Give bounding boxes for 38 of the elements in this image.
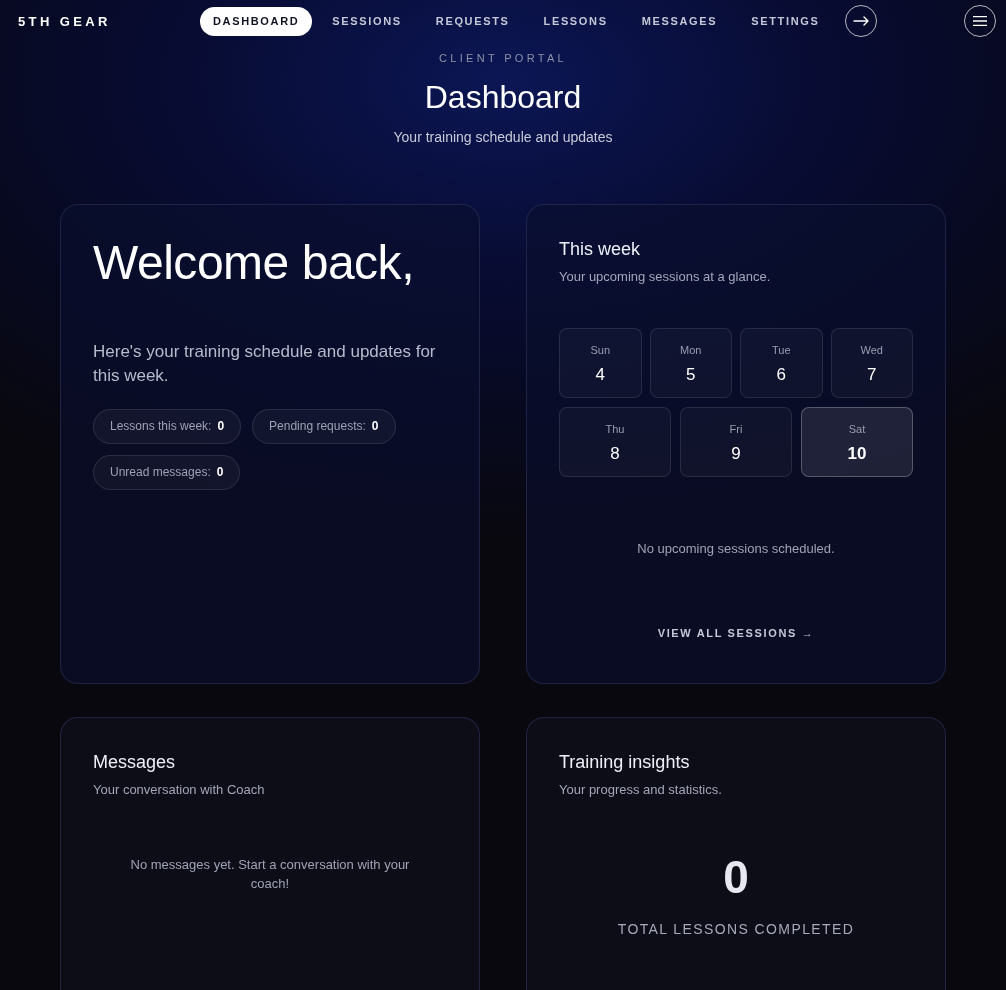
- empty-messages-text: No messages yet. Start a conversation with your coach!: [129, 856, 411, 893]
- nav-tab[interactable]: LESSONS: [529, 6, 622, 36]
- page-subtitle: Your training schedule and updates: [393, 127, 613, 147]
- view-all-sessions-link[interactable]: VIEW ALL SESSIONS →: [657, 624, 815, 641]
- stat-label: Pending requests:: [269, 418, 366, 435]
- nav-tab[interactable]: DASHBOARD: [200, 6, 313, 36]
- day-tile[interactable]: Wed 7: [830, 328, 913, 398]
- card-subtitle: Your upcoming sessions at a glance.: [559, 267, 772, 286]
- day-tile[interactable]: Mon 5: [649, 328, 732, 398]
- page-eyebrow: CLIENT PORTAL: [439, 51, 567, 66]
- page-title: Dashboard: [424, 77, 582, 117]
- stat-value: 0: [371, 418, 379, 435]
- stat-value: 0: [217, 418, 225, 435]
- nav-tab[interactable]: SETTINGS: [737, 6, 834, 36]
- card-title: Messages: [93, 750, 177, 774]
- stat-label: Lessons this week:: [110, 418, 212, 435]
- stat-value: 0: [216, 464, 224, 481]
- nav-tab[interactable]: REQUESTS: [421, 6, 524, 36]
- card-title: This week: [559, 237, 642, 261]
- card-subtitle: Your progress and statistics.: [559, 780, 723, 799]
- welcome-heading: Welcome back,: [93, 236, 415, 289]
- card-title: Training insights: [559, 750, 691, 774]
- day-tile[interactable]: Thu 8: [559, 407, 671, 477]
- day-tile[interactable]: Sat 10: [801, 407, 913, 477]
- stat-number: 0: [723, 851, 749, 903]
- menu-icon: [973, 16, 987, 26]
- day-tile[interactable]: Tue 6: [740, 328, 823, 398]
- nav-tab[interactable]: SESSIONS: [318, 6, 416, 36]
- day-tile[interactable]: Fri 9: [680, 407, 792, 477]
- card-subtitle: Your conversation with Coach: [93, 780, 266, 799]
- welcome-text: Here's your training schedule and updates for this week.: [93, 340, 437, 387]
- empty-sessions-text: No upcoming sessions scheduled.: [637, 540, 835, 558]
- stat-label: Unread messages:: [110, 464, 211, 481]
- arrow-right-icon: [853, 16, 870, 26]
- logo[interactable]: 5TH GEAR: [18, 14, 111, 29]
- nav-tab[interactable]: MESSAGES: [627, 6, 732, 36]
- day-tile[interactable]: Sun 4: [559, 328, 642, 398]
- stat-caption: TOTAL LESSONS COMPLETED: [617, 920, 855, 939]
